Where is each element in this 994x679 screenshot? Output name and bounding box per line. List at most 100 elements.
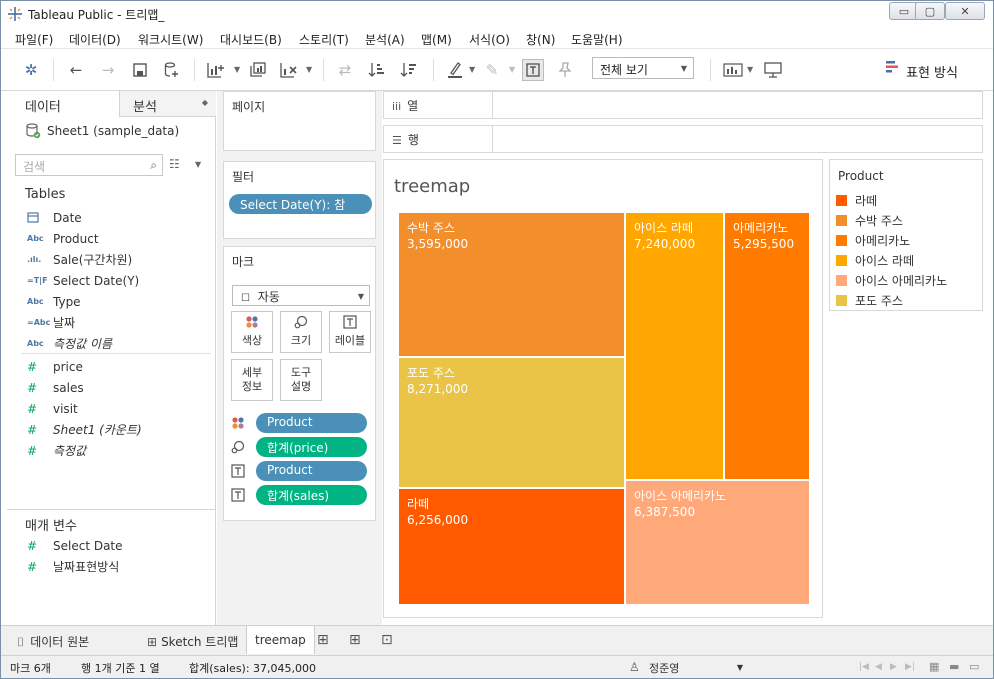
filmstrip-icon[interactable]: ▬ [949, 660, 965, 674]
new-dashboard-icon[interactable]: ⊞ [349, 632, 361, 648]
save-icon[interactable] [129, 59, 151, 81]
size-pill-price[interactable]: 합계(price) [256, 437, 367, 457]
menu-worksheet[interactable]: 워크시트(W) [138, 31, 203, 48]
legend-item[interactable]: 아이스 라떼 [836, 252, 914, 268]
number-icon: # [27, 443, 38, 458]
legend-item[interactable]: 라떼 [836, 192, 877, 208]
field-sales[interactable]: # sales [27, 377, 212, 398]
chevron-down-icon: ▼ [357, 292, 364, 301]
new-story-icon[interactable]: ⊡ [381, 632, 393, 648]
sort-ascending-icon[interactable] [366, 59, 388, 81]
label-pill-product[interactable]: Product [256, 461, 367, 481]
tab-datasource[interactable]: ⌷ 데이터 원본 [9, 626, 97, 654]
presentation-cards-icon[interactable] [722, 59, 744, 81]
chevron-updown-icon: ◆ [201, 98, 208, 107]
label-pill-sales[interactable]: 합계(sales) [256, 485, 367, 505]
menu-window[interactable]: 창(N) [526, 31, 555, 48]
prev-sheet-icon[interactable]: ◀ [875, 662, 882, 672]
swap-icon[interactable]: ⇄ [334, 59, 356, 81]
next-sheet-icon[interactable]: ▶ [890, 662, 897, 672]
field-visit[interactable]: # visit [27, 398, 212, 419]
new-worksheet-icon[interactable] [205, 59, 227, 81]
treemap-tile-latte[interactable]: 라떼 6,256,000 [398, 488, 625, 605]
param-date-format[interactable]: # 날짜표현방식 [27, 556, 212, 577]
field-measure-values[interactable]: # 측정값 [27, 440, 212, 461]
show-me-icon[interactable] [885, 60, 899, 76]
sheet-tabs: ⌷ 데이터 원본 ⊞ Sketch 트리맵 treemap ⊞ ⊞ ⊡ [1, 625, 993, 655]
color-pill-product[interactable]: Product [256, 413, 367, 433]
user-menu[interactable]: ♙ 정준영 ▼ [623, 657, 747, 678]
fit-view-select[interactable]: 전체 보기 ▼ [592, 57, 694, 79]
menu-map[interactable]: 맵(M) [421, 31, 452, 48]
tab-analysis[interactable]: 분석 ◆ [119, 91, 216, 117]
legend-item[interactable]: 포도 주스 [836, 292, 903, 308]
sheet-sorter-icon[interactable]: ▦ [929, 660, 945, 674]
field-search-input[interactable]: 검색 ⌕ [15, 154, 163, 176]
menu-data[interactable]: 데이터(D) [69, 31, 121, 48]
viz-title[interactable]: treemap [394, 176, 470, 197]
mark-type-select[interactable]: ☐ 자동 ▼ [232, 285, 370, 306]
first-sheet-icon[interactable]: |◀ [859, 662, 869, 672]
treemap-tile-iced-americano[interactable]: 아이스 아메리카노 6,387,500 [625, 480, 810, 605]
field-date-calc[interactable]: =Abc 날짜 [27, 312, 212, 333]
field-price[interactable]: # price [27, 356, 212, 377]
menu-file[interactable]: 파일(F) [15, 31, 53, 48]
legend-swatch [836, 234, 847, 246]
tab-treemap[interactable]: treemap [246, 626, 315, 654]
new-datasource-icon[interactable] [161, 59, 183, 81]
tooltip-button[interactable]: 도구 설명 [280, 359, 322, 401]
legend-item[interactable]: 아이스 아메리카노 [836, 272, 947, 288]
menu-dashboard[interactable]: 대시보드(B) [220, 31, 282, 48]
rows-shelf[interactable]: ☰ 행 [383, 125, 983, 153]
size-button[interactable]: 크기 [280, 311, 322, 353]
legend-item[interactable]: 아메리카노 [836, 232, 910, 248]
tab-sketch-treemap[interactable]: ⊞ Sketch 트리맵 [139, 626, 246, 654]
field-select-date-y[interactable]: =T|F Select Date(Y) [27, 270, 212, 291]
legend-swatch [836, 274, 847, 286]
close-button[interactable]: ✕ [945, 2, 985, 20]
chevron-down-icon[interactable]: ▼ [195, 160, 201, 169]
view-list-icon[interactable]: ☷ [169, 157, 180, 171]
color-button[interactable]: 색상 [231, 311, 273, 353]
chevron-down-icon: ▼ [680, 64, 687, 73]
undo-icon[interactable]: ← [65, 59, 87, 81]
treemap-tile-grape[interactable]: 포도 주스 8,271,000 [398, 357, 625, 488]
presentation-mode-icon[interactable] [762, 59, 784, 81]
group-members-icon[interactable]: ✎ [481, 59, 503, 81]
menu-analysis[interactable]: 분석(A) [365, 31, 405, 48]
show-me-button[interactable]: 표현 방식 [906, 62, 958, 81]
menu-story[interactable]: 스토리(T) [299, 31, 349, 48]
tabs-view-icon[interactable]: ▭ [969, 660, 985, 674]
sort-descending-icon[interactable] [398, 59, 420, 81]
maximize-button[interactable]: ▢ [915, 2, 945, 20]
field-sheet1-count[interactable]: # Sheet1 (카운트) [27, 419, 212, 440]
field-sale-bins[interactable]: .ılı. Sale(구간차원) [27, 249, 212, 270]
new-worksheet-icon[interactable]: ⊞ [317, 632, 329, 648]
field-measure-names[interactable]: Abc 측정값 이름 [27, 333, 212, 354]
tab-data[interactable]: 데이터 [7, 91, 119, 117]
label-button[interactable]: 레이블 [329, 311, 371, 353]
field-product[interactable]: Abc Product [27, 228, 212, 249]
pin-axes-icon[interactable] [554, 59, 576, 81]
columns-shelf[interactable]: iii 열 [383, 91, 983, 119]
clear-sheet-icon[interactable] [278, 59, 300, 81]
duplicate-sheet-icon[interactable] [247, 59, 269, 81]
menu-help[interactable]: 도움말(H) [571, 31, 623, 48]
filters-card[interactable]: 필터 Select Date(Y): 참 [223, 161, 376, 239]
show-mark-labels-icon[interactable] [522, 59, 544, 81]
legend-item[interactable]: 수박 주스 [836, 212, 903, 228]
param-select-date[interactable]: # Select Date [27, 535, 212, 556]
field-date[interactable]: Date [27, 207, 212, 228]
treemap-tile-iced-latte[interactable]: 아이스 라떼 7,240,000 [625, 212, 724, 480]
last-sheet-icon[interactable]: ▶| [905, 662, 915, 672]
tableau-home-icon[interactable]: ✲ [20, 59, 42, 81]
treemap-tile-watermelon[interactable]: 수박 주스 3,595,000 [398, 212, 625, 357]
treemap-tile-americano[interactable]: 아메리카노 5,295,500 [724, 212, 810, 480]
redo-icon[interactable]: → [97, 59, 119, 81]
field-type[interactable]: Abc Type [27, 291, 212, 312]
detail-button[interactable]: 세부 정보 [231, 359, 273, 401]
menu-format[interactable]: 서식(O) [469, 31, 510, 48]
pages-card[interactable]: 페이지 [223, 91, 376, 151]
filter-pill[interactable]: Select Date(Y): 참 [229, 194, 372, 214]
highlight-icon[interactable] [444, 59, 466, 81]
